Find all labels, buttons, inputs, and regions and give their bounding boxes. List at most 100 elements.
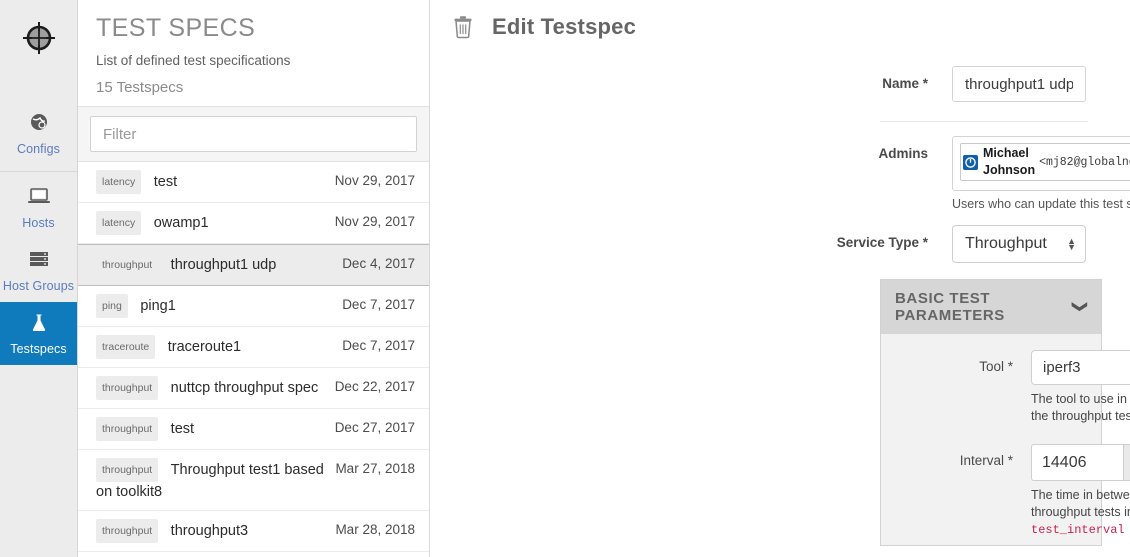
server-stack-icon	[2, 249, 75, 275]
field-tool: Tool * iperf3 ▲▼ The tool to use in perf…	[881, 350, 1130, 426]
sidebar-item-label: Host Groups	[2, 279, 75, 293]
list-item-badge: ping	[96, 294, 128, 318]
list-item[interactable]: Dec 27, 2017 throughput test	[78, 409, 429, 450]
editor-title: Edit Testspec	[492, 14, 637, 39]
rail-divider	[0, 171, 77, 172]
list-item-date: Dec 4, 2017	[342, 256, 415, 271]
basic-params-body: Tool * iperf3 ▲▼ The tool to use in perf…	[881, 334, 1130, 545]
sidebar-item-hosts[interactable]: Hosts	[0, 176, 77, 239]
service-type-value: Throughput	[965, 235, 1047, 252]
left-icon-rail: Configs Hosts Host Groups Testspecs	[0, 0, 78, 557]
field-service-type: Service Type * Throughput ▲ ▼	[430, 225, 1102, 263]
list-item-badge: throughput	[96, 458, 159, 482]
sidebar-item-configs[interactable]: Configs	[0, 102, 77, 165]
interval-input[interactable]	[1031, 444, 1123, 481]
trash-icon[interactable]	[452, 15, 474, 39]
field-interval-duration: Interval * seconds The time in between t…	[881, 444, 1130, 539]
basic-params-header[interactable]: BASIC TEST PARAMETERS ❯	[881, 280, 1101, 334]
list-item-badge: latency	[96, 211, 142, 235]
interval-code-name: test_interval	[1031, 523, 1125, 537]
field-name: Name *	[430, 66, 1102, 102]
interval-input-group: seconds	[1031, 444, 1130, 481]
tool-select[interactable]: iperf3 ▲▼	[1031, 350, 1130, 385]
filter-bar	[78, 106, 429, 162]
list-item-badge: latency	[96, 170, 142, 194]
tool-help-body: The tool to use in performing the throug…	[1031, 392, 1130, 423]
field-admins: Admins Michael Johnson <mj82@globalno	[430, 136, 1130, 211]
list-item[interactable]: Nov 29, 2017 latency owamp1	[78, 203, 429, 244]
sidebar-item-label: Hosts	[22, 216, 55, 230]
app-logo[interactable]	[0, 0, 77, 76]
user-power-icon	[963, 154, 978, 170]
service-type-select[interactable]: Throughput ▲ ▼	[952, 225, 1086, 263]
flask-icon	[2, 312, 75, 338]
interval-unit-label: seconds	[1123, 444, 1130, 481]
interval-help-body: The time in between throughput tests in …	[1031, 488, 1130, 519]
tool-value: iperf3	[1043, 359, 1081, 376]
list-item-badge: throughput	[96, 376, 159, 400]
admins-help-text: Users who can update this test spec	[952, 197, 1130, 211]
sidebar-item-label: Configs	[16, 142, 61, 156]
list-item-badge: throughput	[96, 417, 159, 441]
list-item-name: test	[153, 174, 178, 190]
list-item-name: throughput1 udp	[170, 257, 277, 273]
list-item-date: Dec 7, 2017	[342, 297, 415, 312]
tool-help-text: The tool to use in performing the throug…	[1031, 391, 1130, 426]
laptop-icon	[2, 186, 75, 212]
list-item-date: Dec 22, 2017	[334, 379, 415, 394]
list-item-date: Dec 7, 2017	[342, 338, 415, 353]
crosshair-target-icon	[22, 22, 55, 54]
list-item-name: owamp1	[153, 215, 209, 231]
field-label-name: Name *	[882, 76, 928, 91]
list-header: TEST SPECS List of defined test specific…	[78, 0, 429, 106]
list-item-badge: throughput	[96, 253, 159, 277]
interval-help-text: The time in between throughput tests in …	[1031, 487, 1130, 539]
field-label-service-type: Service Type *	[836, 235, 928, 250]
filter-input[interactable]	[90, 116, 417, 152]
sidebar-item-host-groups[interactable]: Host Groups	[0, 239, 77, 302]
list-item-date: Mar 27, 2018	[335, 461, 415, 476]
page-subtitle: List of defined test specifications	[96, 53, 291, 68]
spinner-arrows-icon: ▲ ▼	[1067, 236, 1076, 252]
list-item[interactable]: Mar 28, 2018 throughput throughput3	[78, 511, 429, 553]
sidebar-item-label: Testspecs	[10, 342, 67, 356]
list-item[interactable]: Nov 29, 2017 latency test	[78, 162, 429, 203]
name-input[interactable]	[952, 66, 1086, 102]
list-item-date: Nov 29, 2017	[334, 214, 415, 229]
list-item[interactable]: Dec 7, 2017 ping ping1	[78, 286, 429, 327]
list-item-date: Dec 27, 2017	[334, 420, 415, 435]
list-item-name: test	[170, 421, 195, 437]
field-label-admins: Admins	[878, 146, 928, 161]
app-root: Configs Hosts Host Groups Testspecs TEST…	[0, 0, 1130, 557]
admin-token-name: Michael Johnson	[983, 146, 1036, 177]
list-item-name: nuttcp throughput spec	[170, 380, 319, 396]
admin-token[interactable]: Michael Johnson <mj82@globalnoc.iu.edu> …	[960, 143, 1130, 181]
list-item[interactable]: Mar 27, 2018 throughput Throughput test1…	[78, 450, 429, 512]
testspec-count: 15 Testspecs	[96, 79, 184, 96]
testspec-rows: Nov 29, 2017 latency test Nov 29, 2017 l…	[78, 162, 429, 557]
list-item-badge: traceroute	[96, 335, 156, 359]
admin-token-email: <mj82@globalnoc.iu.edu>	[1039, 155, 1130, 169]
list-item-selected[interactable]: Dec 4, 2017 throughput throughput1 udp	[78, 244, 429, 286]
form-divider	[880, 121, 1088, 122]
sidebar-item-testspecs[interactable]: Testspecs	[0, 302, 77, 365]
chevron-down-icon[interactable]: ❯	[1071, 300, 1089, 313]
editor-header: Edit Testspec	[430, 0, 1116, 48]
list-item-name: throughput3	[170, 523, 249, 540]
list-item[interactable]: May 14, 2018 throughput iperf3 TCP Test …	[78, 552, 429, 557]
list-item-name: traceroute1	[167, 339, 242, 355]
globe-icon	[2, 112, 75, 138]
list-item-badge: throughput	[96, 519, 159, 544]
list-item-name: ping1	[140, 298, 176, 314]
admins-token-box[interactable]: Michael Johnson <mj82@globalnoc.iu.edu> …	[952, 136, 1130, 191]
field-label-tool: Tool *	[979, 359, 1013, 374]
field-label-interval: Interval *	[959, 453, 1013, 468]
page-title: TEST SPECS	[96, 14, 256, 42]
list-item-date: Nov 29, 2017	[334, 173, 415, 188]
list-item[interactable]: Dec 7, 2017 traceroute traceroute1	[78, 327, 429, 368]
list-item[interactable]: Dec 22, 2017 throughput nuttcp throughpu…	[78, 368, 429, 409]
basic-params-title: BASIC TEST PARAMETERS	[895, 290, 1005, 324]
basic-test-parameters-panel: BASIC TEST PARAMETERS ❯ Tool * iperf3 ▲▼	[880, 279, 1130, 546]
list-item-date: Mar 28, 2018	[335, 522, 415, 538]
testspec-list-column: TEST SPECS List of defined test specific…	[78, 0, 430, 557]
